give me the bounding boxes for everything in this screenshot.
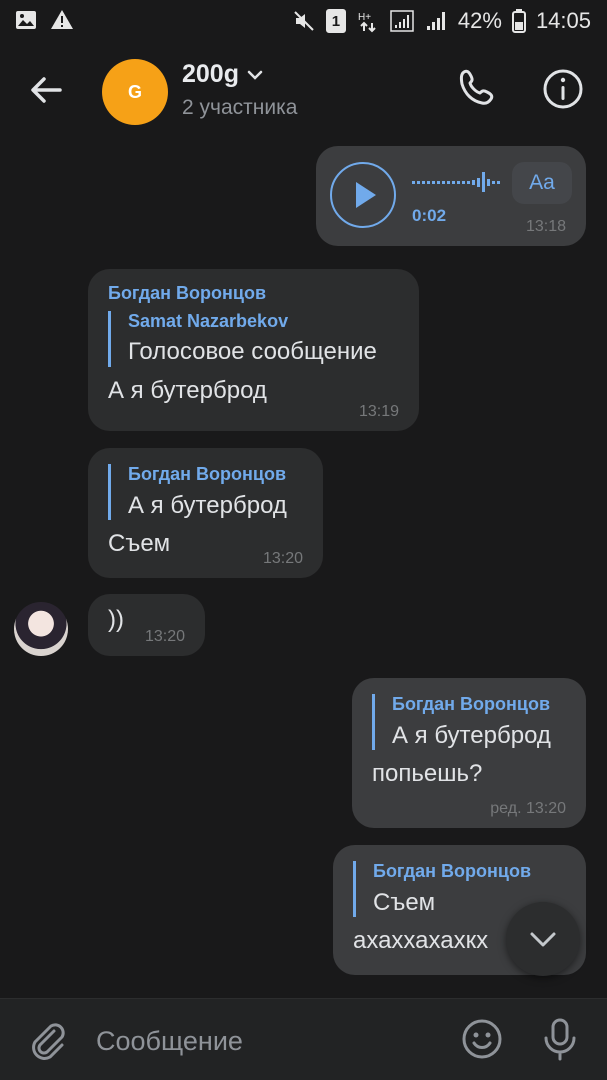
scroll-to-bottom-button[interactable] — [506, 902, 580, 976]
message-bubble[interactable]: Богдан Воронцов А я бутерброд попьешь? р… — [352, 678, 586, 828]
chat-avatar[interactable]: G — [102, 59, 168, 125]
message-input[interactable] — [96, 1021, 436, 1061]
battery-icon — [511, 9, 526, 33]
microphone-icon[interactable] — [540, 1017, 580, 1061]
chevron-down-icon — [530, 932, 556, 947]
message-time: ред. 13:20 — [490, 799, 566, 817]
message-bubble[interactable]: Богдан Воронцов А я бутерброд Съем 13:20 — [88, 448, 323, 578]
phone-call-icon[interactable] — [454, 66, 500, 112]
signal-2-icon — [426, 12, 445, 30]
paperclip-icon[interactable] — [26, 1019, 68, 1061]
back-arrow-icon[interactable] — [26, 68, 70, 112]
chat-title[interactable]: 200g — [182, 60, 263, 89]
reply-author: Богдан Воронцов — [128, 464, 287, 484]
data-arrows-icon: H+ — [358, 12, 376, 33]
sender-name[interactable]: Богдан Воронцов — [108, 283, 399, 305]
sender-avatar[interactable] — [14, 602, 68, 656]
chat-subtitle: 2 участника — [182, 96, 298, 119]
status-notifications — [14, 8, 74, 32]
message-time: 13:19 — [358, 402, 399, 420]
signal-icon — [390, 10, 414, 32]
status-bar: 1 H+ 42% 14:05 — [0, 0, 607, 42]
reply-text: А я бутерброд — [128, 491, 287, 519]
reply-author: Богдан Воронцов — [392, 694, 551, 714]
message-time: 13:20 — [262, 549, 303, 567]
chat-title-text: 200g — [182, 60, 239, 88]
reply-author: Samat Nazarbekov — [128, 310, 289, 331]
clock: 14:05 — [535, 8, 591, 33]
message-text: попьешь? — [372, 760, 483, 788]
reply-text: А я бутерброд — [392, 721, 551, 749]
reply-quote[interactable]: Богдан Воронцов А я бутерброд — [108, 464, 303, 521]
reply-quote[interactable]: Богдан Воронцов А я бутерброд — [372, 694, 566, 751]
reply-text: Голосовое сообщение — [128, 338, 377, 366]
warning-icon — [51, 10, 73, 29]
svg-text:H+: H+ — [358, 12, 371, 23]
info-icon[interactable] — [540, 66, 586, 112]
emoji-icon[interactable] — [460, 1017, 504, 1061]
message-bubble[interactable]: Богдан Воронцов Samat Nazarbekov Голосов… — [88, 269, 419, 431]
chevron-down-icon — [247, 70, 263, 80]
status-indicators: 1 H+ 42% 14:05 — [292, 8, 591, 34]
message-composer — [0, 998, 607, 1080]
message-bubble[interactable]: )) 13:20 — [88, 594, 205, 656]
reply-author: Богдан Воронцов — [373, 861, 532, 881]
sim-badge: 1 — [325, 9, 346, 33]
message-text: А я бутерброд — [108, 376, 267, 404]
voice-duration: 0:02 — [412, 206, 447, 225]
voice-message[interactable]: 0:02 Aa 13:18 — [316, 146, 586, 246]
transcribe-button[interactable]: Aa — [512, 162, 572, 204]
image-notification-icon — [16, 11, 36, 29]
reply-quote[interactable]: Samat Nazarbekov Голосовое сообщение — [108, 310, 399, 367]
message-time: 13:20 — [144, 627, 185, 645]
battery-percent: 42% — [457, 8, 502, 33]
voice-play-button[interactable] — [330, 162, 396, 228]
play-icon — [356, 182, 376, 208]
chat-header: G 200g 2 участника — [0, 42, 607, 138]
mute-icon — [294, 11, 314, 31]
message-time: 13:18 — [525, 217, 566, 235]
voice-waveform[interactable] — [412, 172, 502, 192]
